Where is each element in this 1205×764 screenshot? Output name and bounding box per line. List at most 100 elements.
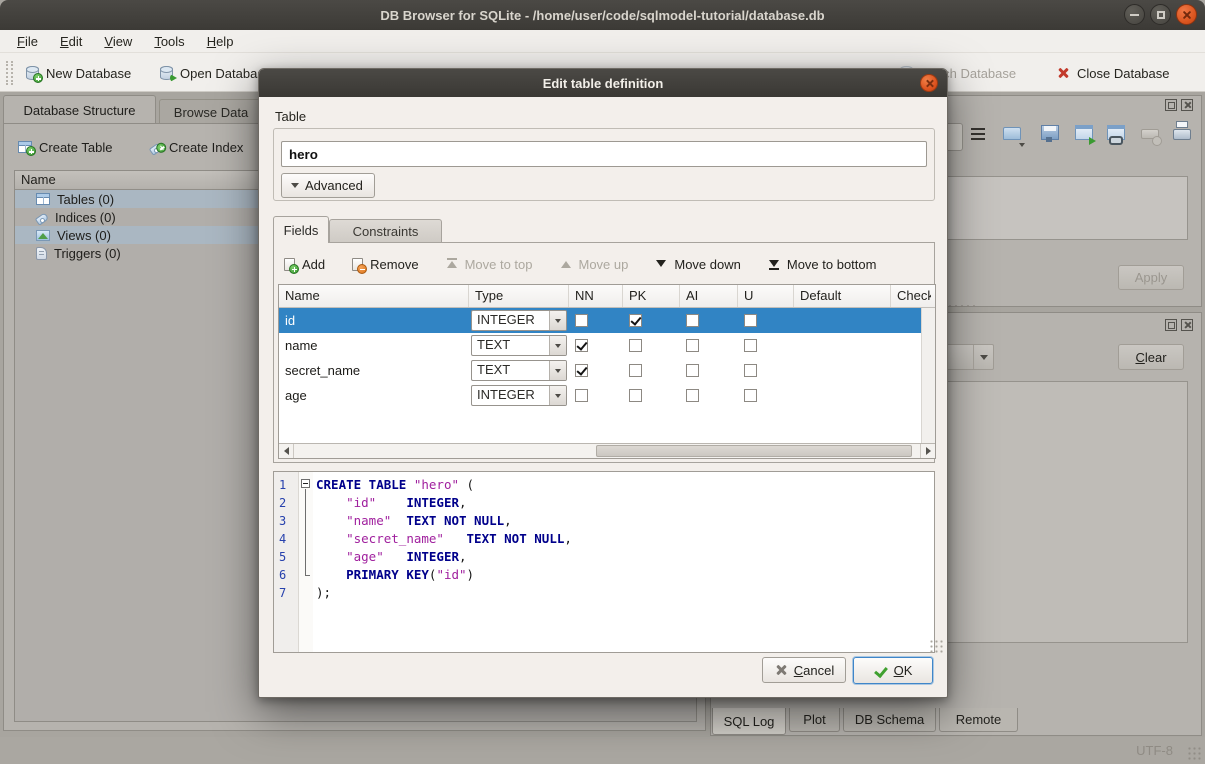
titlebar[interactable]: DB Browser for SQLite - /home/user/code/…	[0, 0, 1205, 30]
combo-dropdown-arrow-icon[interactable]	[549, 311, 566, 330]
tab-browse-data[interactable]: Browse Data	[159, 99, 263, 124]
u-checkbox[interactable]	[744, 339, 757, 352]
tab-constraints[interactable]: Constraints	[329, 219, 442, 243]
field-name-cell[interactable]: age	[279, 383, 469, 408]
col-header-ai[interactable]: AI	[680, 285, 738, 307]
ai-checkbox[interactable]	[686, 364, 699, 377]
field-row-name[interactable]: nameTEXT	[279, 333, 935, 358]
u-checkbox[interactable]	[744, 389, 757, 402]
pk-checkbox[interactable]	[629, 364, 642, 377]
combo-dropdown-arrow-icon[interactable]	[549, 386, 566, 405]
scrollbar-thumb[interactable]	[596, 445, 912, 457]
print-cell-icon[interactable]	[1173, 125, 1191, 143]
col-header-u[interactable]: U	[738, 285, 794, 307]
remove-field-button[interactable]: Remove	[352, 257, 418, 272]
field-type-combobox[interactable]: TEXT	[471, 360, 567, 381]
maximize-button[interactable]	[1150, 4, 1171, 25]
col-header-name[interactable]: Name	[279, 285, 469, 307]
u-checkbox[interactable]	[744, 364, 757, 377]
import-open-icon[interactable]	[1003, 125, 1021, 143]
col-header-type[interactable]: Type	[469, 285, 569, 307]
grid-header: Name Type NN PK AI U Default Check	[279, 285, 935, 308]
field-name-cell[interactable]: name	[279, 333, 469, 358]
col-header-pk[interactable]: PK	[623, 285, 680, 307]
tables-icon	[36, 193, 50, 205]
window-title: DB Browser for SQLite - /home/user/code/…	[380, 8, 824, 23]
scroll-left-icon[interactable]	[279, 444, 294, 458]
pk-checkbox[interactable]	[629, 314, 642, 327]
dock-float-icon[interactable]	[1165, 99, 1177, 111]
ai-checkbox[interactable]	[686, 314, 699, 327]
sql-line-4: 4 "secret_name" TEXT NOT NULL,	[274, 530, 934, 548]
field-name-cell[interactable]: secret_name	[279, 358, 469, 383]
sql-line-5: 5 "age" INTEGER,	[274, 548, 934, 566]
add-field-button[interactable]: Add	[284, 257, 325, 272]
u-checkbox[interactable]	[744, 314, 757, 327]
close-database-button[interactable]: Close Database	[1056, 60, 1170, 86]
col-header-check[interactable]: Check	[891, 285, 931, 307]
tab-sql-log[interactable]: SQL Log	[712, 708, 786, 735]
create-index-button[interactable]: Create Index	[150, 135, 243, 159]
dialog-titlebar[interactable]: Edit table definition	[259, 69, 947, 97]
move-down-button[interactable]: Move down	[655, 257, 740, 272]
combo-dropdown-arrow-icon[interactable]	[549, 361, 566, 380]
nn-checkbox[interactable]	[575, 314, 588, 327]
field-type-combobox[interactable]: INTEGER	[471, 310, 567, 331]
col-header-default[interactable]: Default	[794, 285, 891, 307]
dialog-resize-grip[interactable]	[929, 639, 943, 653]
menu-tools[interactable]: Tools	[145, 32, 193, 51]
menu-help[interactable]: Help	[198, 32, 243, 51]
cancel-button[interactable]: Cancel	[762, 657, 846, 683]
minimize-button[interactable]	[1124, 4, 1145, 25]
horizontal-scrollbar[interactable]	[279, 443, 935, 458]
menu-file[interactable]: File	[8, 32, 47, 51]
resize-grip[interactable]	[1187, 746, 1201, 760]
pk-checkbox[interactable]	[629, 339, 642, 352]
dialog-close-button[interactable]	[920, 74, 938, 92]
text-mode-icon[interactable]	[971, 125, 989, 143]
combo-arrow-icon[interactable]	[973, 345, 993, 369]
menu-view[interactable]: View	[95, 32, 141, 51]
field-type-combobox[interactable]: INTEGER	[471, 385, 567, 406]
field-name-cell[interactable]: id	[279, 308, 469, 333]
save-cell-icon[interactable]	[1041, 125, 1059, 143]
tab-database-structure[interactable]: Database Structure	[3, 95, 156, 124]
open-database-button[interactable]: Open Database	[160, 60, 271, 86]
field-row-secret_name[interactable]: secret_nameTEXT	[279, 358, 935, 383]
nn-checkbox[interactable]	[575, 389, 588, 402]
toolbar-grip[interactable]	[6, 61, 14, 85]
pk-checkbox[interactable]	[629, 389, 642, 402]
tab-remote[interactable]: Remote	[939, 708, 1018, 732]
field-type-combobox[interactable]: TEXT	[471, 335, 567, 356]
menu-edit[interactable]: Edit	[51, 32, 91, 51]
link-cell-icon[interactable]	[1107, 125, 1125, 143]
vertical-scrollbar[interactable]	[921, 308, 935, 443]
new-database-button[interactable]: New Database	[26, 60, 131, 86]
ai-checkbox[interactable]	[686, 389, 699, 402]
col-header-nn[interactable]: NN	[569, 285, 623, 307]
dock-close-icon[interactable]	[1181, 99, 1193, 111]
advanced-button[interactable]: Advanced	[281, 173, 375, 198]
table-name-input[interactable]	[281, 141, 927, 167]
sql-preview-editor[interactable]: 1CREATE TABLE "hero" (2 "id" INTEGER,3 "…	[273, 471, 935, 653]
tab-db-schema[interactable]: DB Schema	[843, 708, 936, 732]
create-table-button[interactable]: Create Table	[18, 135, 112, 159]
ai-checkbox[interactable]	[686, 339, 699, 352]
field-row-age[interactable]: ageINTEGER	[279, 383, 935, 408]
clear-log-button[interactable]: Clear	[1118, 344, 1184, 370]
fold-marker-icon[interactable]	[301, 479, 310, 488]
field-row-id[interactable]: idINTEGER	[279, 308, 935, 333]
ok-button[interactable]: OK	[853, 657, 933, 684]
nn-checkbox[interactable]	[575, 339, 588, 352]
scroll-right-icon[interactable]	[920, 444, 935, 458]
dock-close-icon[interactable]	[1181, 319, 1193, 331]
dock-float-icon[interactable]	[1165, 319, 1177, 331]
move-to-bottom-button[interactable]: Move to bottom	[768, 257, 877, 272]
tab-fields[interactable]: Fields	[273, 216, 329, 243]
combo-dropdown-arrow-icon[interactable]	[549, 336, 566, 355]
export-cell-icon[interactable]	[1075, 125, 1093, 143]
move-to-top-button: Move to top	[446, 257, 533, 272]
nn-checkbox[interactable]	[575, 364, 588, 377]
tab-plot[interactable]: Plot	[789, 708, 840, 732]
close-window-button[interactable]	[1176, 4, 1197, 25]
